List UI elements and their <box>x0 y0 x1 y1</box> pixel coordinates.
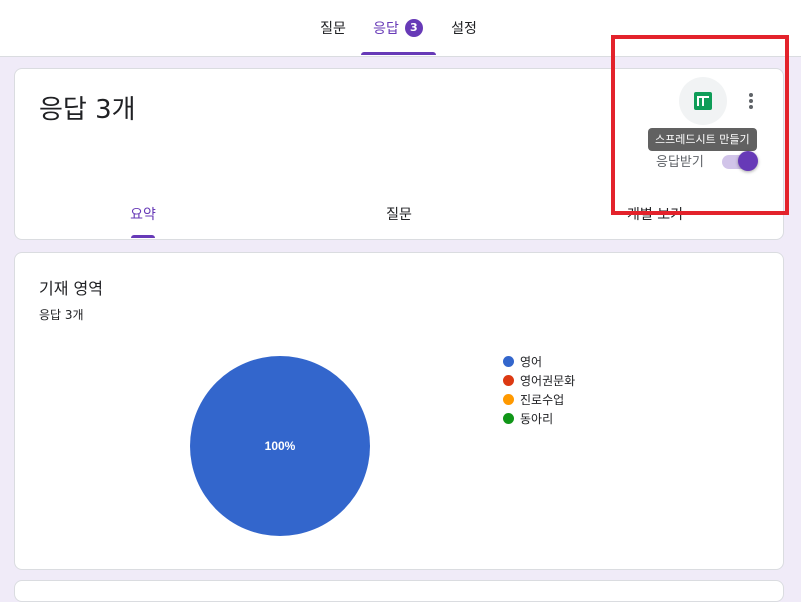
legend-dot <box>503 394 514 405</box>
response-count-title: 응답 3개 <box>39 95 136 125</box>
legend-label: 영어 <box>520 355 543 369</box>
subtab-summary[interactable]: 요약 <box>115 195 171 235</box>
subtab-question[interactable]: 질문 <box>371 195 427 235</box>
tab-questions-label: 질문 <box>320 21 346 37</box>
question-summary-card: 기재 영역 응답 3개 100% 영어 영어권문화 진로수업 동아리 <box>14 252 784 570</box>
legend-item[interactable]: 영어권문화 <box>503 371 575 390</box>
chart-legend: 영어 영어권문화 진로수업 동아리 <box>503 352 575 428</box>
legend-dot <box>503 375 514 386</box>
legend-item[interactable]: 영어 <box>503 352 575 371</box>
legend-dot <box>503 356 514 367</box>
tab-responses[interactable]: 응답 3 <box>360 0 436 56</box>
pie-chart: 100% <box>190 356 370 536</box>
subtab-question-label: 질문 <box>386 207 412 223</box>
pie-data-label: 100% <box>265 439 296 453</box>
tab-settings-label: 설정 <box>451 21 477 37</box>
legend-dot <box>503 413 514 424</box>
annotation-highlight-box <box>611 35 789 215</box>
next-question-card <box>14 580 784 602</box>
question-response-count: 응답 3개 <box>39 308 84 322</box>
tab-questions[interactable]: 질문 <box>310 0 356 56</box>
active-tab-indicator <box>361 52 436 55</box>
tab-settings[interactable]: 설정 <box>440 0 488 56</box>
legend-label: 동아리 <box>520 412 554 426</box>
tab-responses-label: 응답 <box>373 21 399 37</box>
legend-item[interactable]: 진로수업 <box>503 390 575 409</box>
active-subtab-indicator <box>131 235 155 238</box>
legend-label: 진로수업 <box>520 393 565 407</box>
legend-label: 영어권문화 <box>520 374 576 388</box>
subtab-summary-label: 요약 <box>130 207 156 223</box>
response-count-badge: 3 <box>404 19 423 37</box>
legend-item[interactable]: 동아리 <box>503 409 575 428</box>
question-title: 기재 영역 <box>39 279 103 298</box>
